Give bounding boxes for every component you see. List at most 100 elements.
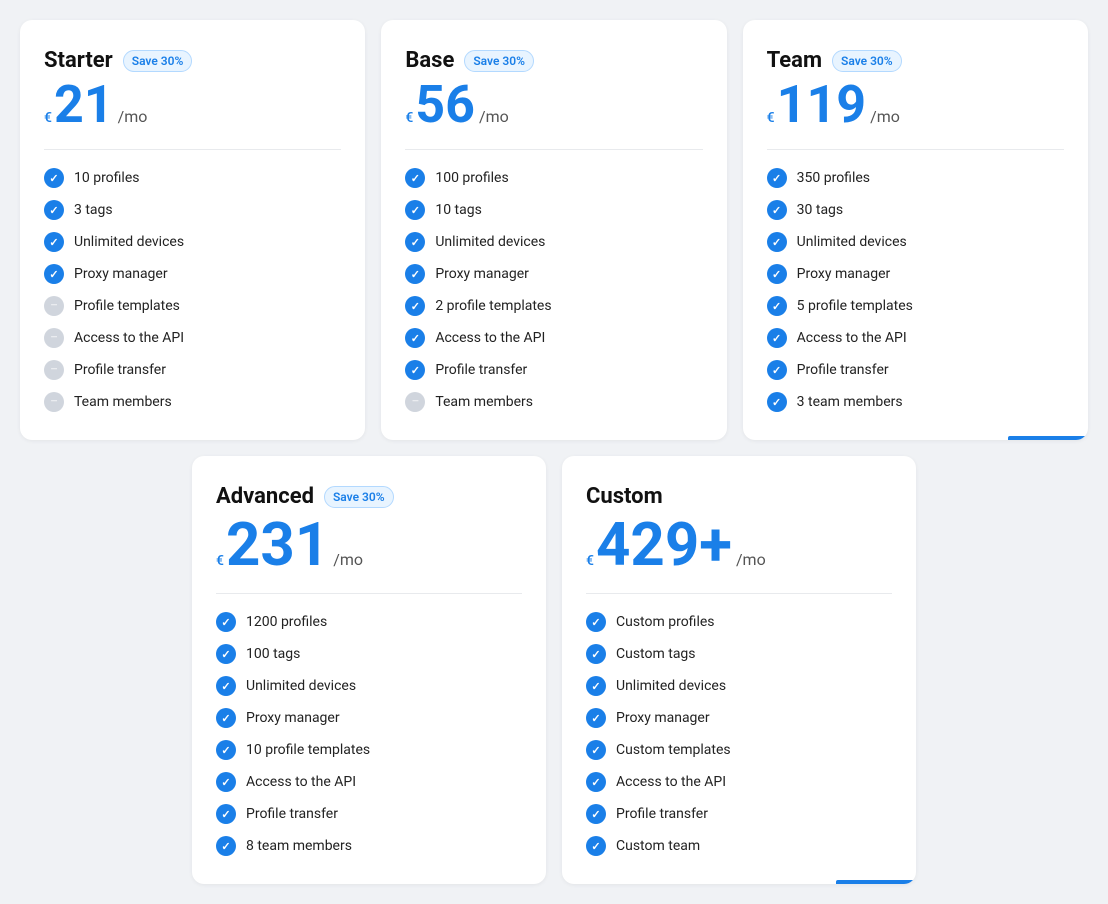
check-icon bbox=[216, 676, 236, 696]
custom-features: Custom profiles Custom tags Unlimited de… bbox=[586, 612, 892, 856]
starter-features: 10 profiles 3 tags Unlimited devices Pro… bbox=[44, 168, 341, 412]
list-item: Proxy manager bbox=[44, 264, 341, 284]
starter-price-row: € 21 /mo bbox=[44, 79, 341, 131]
base-plan-name: Base bbox=[405, 48, 454, 73]
list-item: 100 tags bbox=[216, 644, 522, 664]
team-header: Team Save 30% bbox=[767, 48, 1064, 73]
list-item: 1200 profiles bbox=[216, 612, 522, 632]
team-save-badge: Save 30% bbox=[832, 50, 902, 72]
team-plan-card: Team Save 30% € 119 /mo 350 profiles 30 … bbox=[743, 20, 1088, 440]
check-icon bbox=[405, 264, 425, 284]
list-item: Custom team bbox=[586, 836, 892, 856]
check-icon bbox=[767, 232, 787, 252]
check-icon bbox=[44, 232, 64, 252]
custom-period: /mo bbox=[736, 550, 766, 569]
custom-plan-card: Custom € 429+ /mo Custom profiles Custom… bbox=[562, 456, 916, 884]
custom-plan-name: Custom bbox=[586, 484, 663, 509]
dash-icon bbox=[44, 328, 64, 348]
base-features: 100 profiles 10 tags Unlimited devices P… bbox=[405, 168, 702, 412]
dash-icon bbox=[44, 360, 64, 380]
base-currency: € bbox=[405, 110, 413, 126]
base-price: 56 bbox=[415, 79, 475, 131]
check-icon bbox=[216, 836, 236, 856]
check-icon bbox=[405, 200, 425, 220]
advanced-save-badge: Save 30% bbox=[324, 486, 394, 508]
list-item: Access to the API bbox=[767, 328, 1064, 348]
list-item: Profile transfer bbox=[767, 360, 1064, 380]
custom-header: Custom bbox=[586, 484, 892, 509]
list-item: Profile transfer bbox=[405, 360, 702, 380]
list-item: Profile templates bbox=[44, 296, 341, 316]
list-item: 2 profile templates bbox=[405, 296, 702, 316]
advanced-divider bbox=[216, 593, 522, 594]
check-icon bbox=[586, 612, 606, 632]
dash-icon bbox=[44, 392, 64, 412]
base-period: /mo bbox=[479, 107, 509, 126]
check-icon bbox=[44, 200, 64, 220]
dash-icon bbox=[44, 296, 64, 316]
list-item: Unlimited devices bbox=[767, 232, 1064, 252]
dash-icon bbox=[405, 392, 425, 412]
list-item: Unlimited devices bbox=[586, 676, 892, 696]
advanced-period: /mo bbox=[333, 550, 363, 569]
list-item: Access to the API bbox=[44, 328, 341, 348]
team-divider bbox=[767, 149, 1064, 150]
list-item: Profile transfer bbox=[586, 804, 892, 824]
custom-divider bbox=[586, 593, 892, 594]
check-icon bbox=[216, 804, 236, 824]
list-item: Team members bbox=[405, 392, 702, 412]
scroll-indicator bbox=[1008, 436, 1088, 440]
check-icon bbox=[405, 328, 425, 348]
list-item: Custom profiles bbox=[586, 612, 892, 632]
check-icon bbox=[767, 392, 787, 412]
list-item: 100 profiles bbox=[405, 168, 702, 188]
check-icon bbox=[405, 360, 425, 380]
check-icon bbox=[216, 644, 236, 664]
list-item: Unlimited devices bbox=[44, 232, 341, 252]
list-item: Unlimited devices bbox=[405, 232, 702, 252]
check-icon bbox=[44, 264, 64, 284]
check-icon bbox=[216, 708, 236, 728]
check-icon bbox=[767, 328, 787, 348]
check-icon bbox=[586, 772, 606, 792]
list-item: Access to the API bbox=[405, 328, 702, 348]
starter-price: 21 bbox=[54, 79, 114, 131]
advanced-price-row: € 231 /mo bbox=[216, 515, 522, 575]
list-item: Custom templates bbox=[586, 740, 892, 760]
team-price-row: € 119 /mo bbox=[767, 79, 1064, 131]
list-item: 3 tags bbox=[44, 200, 341, 220]
check-icon bbox=[586, 740, 606, 760]
base-price-row: € 56 /mo bbox=[405, 79, 702, 131]
team-features: 350 profiles 30 tags Unlimited devices P… bbox=[767, 168, 1064, 412]
starter-plan-card: Starter Save 30% € 21 /mo 10 profiles 3 … bbox=[20, 20, 365, 440]
list-item: Access to the API bbox=[586, 772, 892, 792]
check-icon bbox=[216, 772, 236, 792]
check-icon bbox=[586, 644, 606, 664]
advanced-currency: € bbox=[216, 553, 224, 569]
check-icon bbox=[586, 836, 606, 856]
team-period: /mo bbox=[870, 107, 900, 126]
list-item: Profile transfer bbox=[44, 360, 341, 380]
base-save-badge: Save 30% bbox=[464, 50, 534, 72]
starter-period: /mo bbox=[118, 107, 148, 126]
list-item: Team members bbox=[44, 392, 341, 412]
check-icon bbox=[586, 804, 606, 824]
list-item: 5 profile templates bbox=[767, 296, 1064, 316]
team-plan-name: Team bbox=[767, 48, 822, 73]
advanced-plan-name: Advanced bbox=[216, 484, 314, 509]
list-item: Proxy manager bbox=[586, 708, 892, 728]
starter-plan-name: Starter bbox=[44, 48, 113, 73]
custom-currency: € bbox=[586, 553, 594, 569]
base-plan-card: Base Save 30% € 56 /mo 100 profiles 10 t… bbox=[381, 20, 726, 440]
list-item: 30 tags bbox=[767, 200, 1064, 220]
team-currency: € bbox=[767, 110, 775, 126]
check-icon bbox=[586, 676, 606, 696]
starter-currency: € bbox=[44, 110, 52, 126]
list-item: Proxy manager bbox=[405, 264, 702, 284]
base-header: Base Save 30% bbox=[405, 48, 702, 73]
advanced-header: Advanced Save 30% bbox=[216, 484, 522, 509]
list-item: 10 tags bbox=[405, 200, 702, 220]
list-item: 350 profiles bbox=[767, 168, 1064, 188]
list-item: Proxy manager bbox=[767, 264, 1064, 284]
check-icon bbox=[767, 296, 787, 316]
